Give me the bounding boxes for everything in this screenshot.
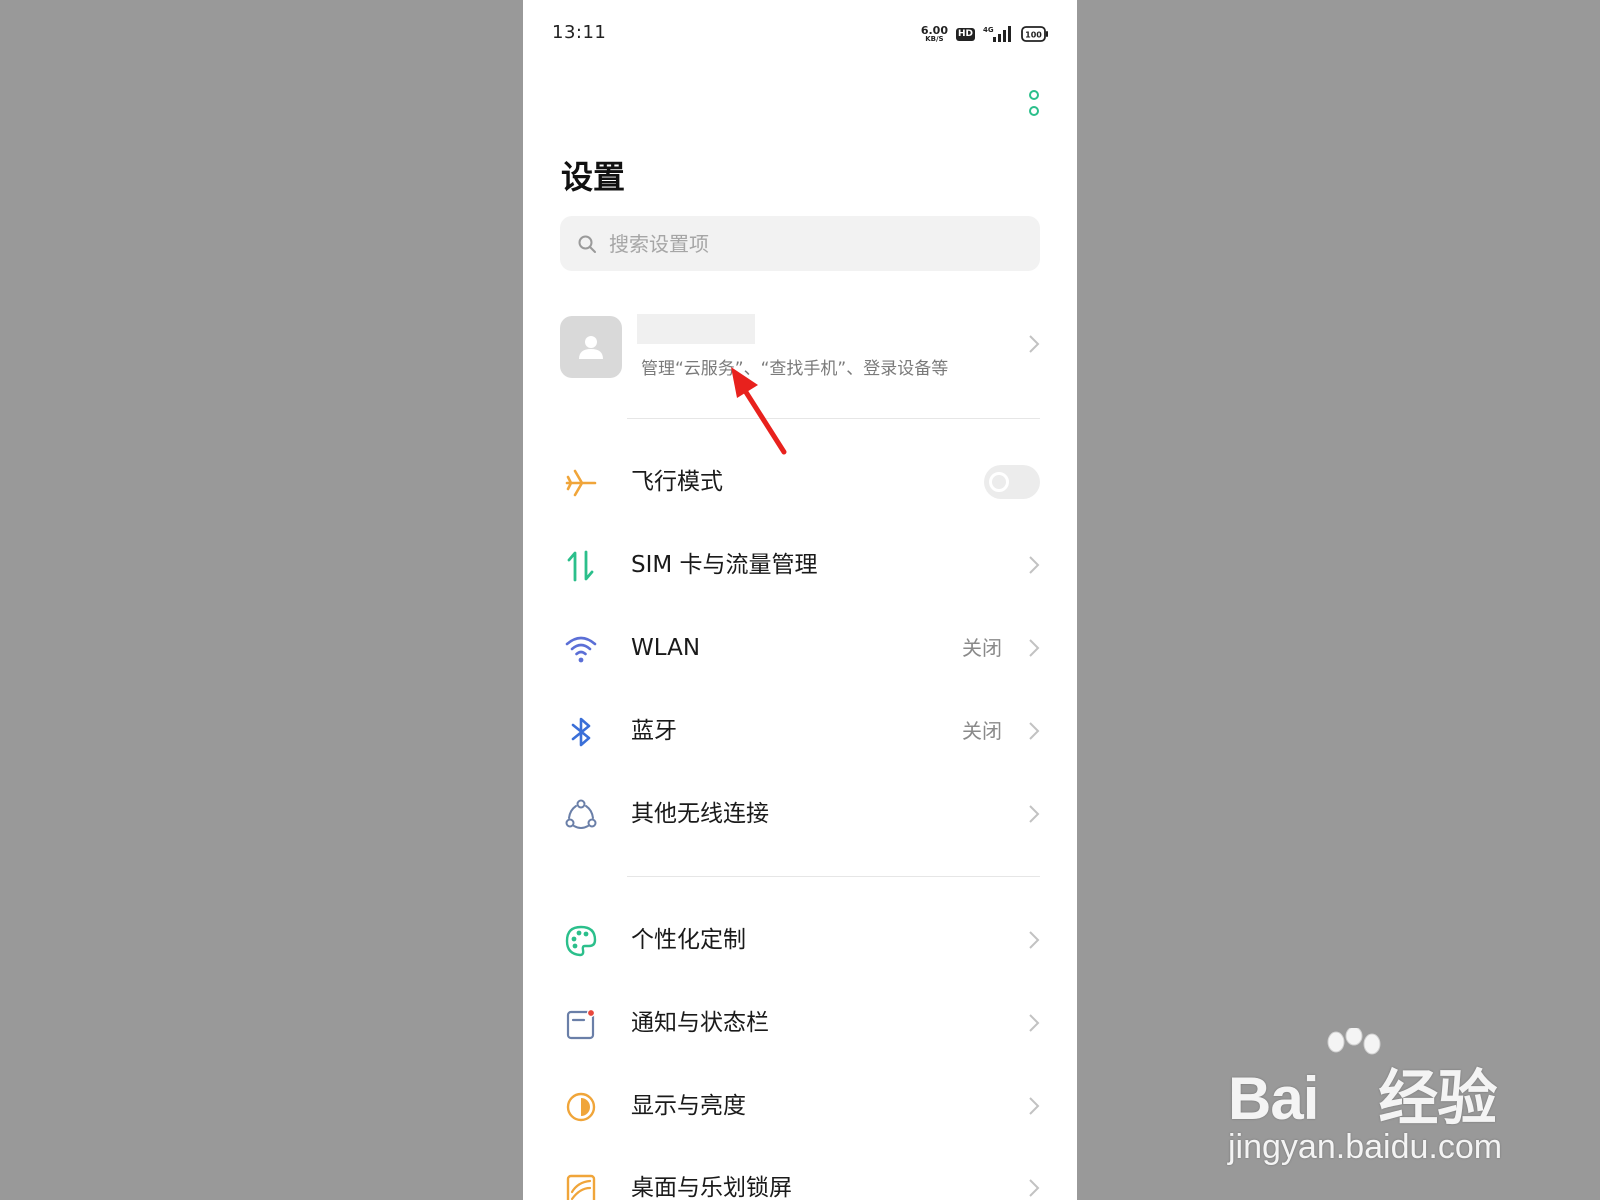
signal-icon: 4G [983,26,1011,42]
setting-label: 个性化定制 [631,927,746,953]
setting-item-display-brightness[interactable]: 显示与亮度 [523,1066,1077,1146]
divider [627,418,1040,419]
setting-item-personalization[interactable]: 个性化定制 [523,900,1077,980]
more-dot [1029,106,1039,116]
status-time: 13:11 [552,22,607,43]
airplane-mode-toggle[interactable] [984,465,1040,499]
chevron-right-icon [1029,556,1040,574]
other-wireless-icon [562,796,600,834]
setting-item-airplane-mode[interactable]: 飞行模式 [523,442,1077,522]
setting-label: 通知与状态栏 [631,1010,769,1036]
setting-label: 其他无线连接 [631,801,769,827]
more-dot [1029,90,1039,100]
page-title: 设置 [561,158,626,196]
network-speed-unit: KB/S [925,35,944,43]
palette-icon [562,922,600,960]
brightness-icon [562,1088,600,1126]
chevron-right-icon [1029,639,1040,657]
setting-item-wlan[interactable]: WLAN 关闭 [523,608,1077,688]
baidu-paw-logo-icon [1327,1028,1381,1055]
setting-label: SIM 卡与流量管理 [631,552,818,578]
notification-icon [562,1005,600,1043]
airplane-icon [562,464,600,502]
chevron-right-icon [1029,931,1040,949]
setting-label: 蓝牙 [631,718,677,744]
wlan-status: 关闭 [962,636,1002,660]
more-options-icon[interactable] [1027,90,1041,116]
user-icon [579,336,603,359]
setting-item-notifications[interactable]: 通知与状态栏 [523,983,1077,1063]
bluetooth-status: 关闭 [962,719,1002,743]
baidu-jingyan-watermark: Bai 经验 jingyan.baidu.com [1228,1028,1518,1178]
account-row[interactable]: 管理“云服务”、“查找手机”、登录设备等 [560,306,1040,396]
setting-label: 显示与亮度 [631,1093,746,1119]
network-speed: 6.00 KB/S [921,25,948,43]
wifi-icon [562,630,600,668]
search-icon [578,235,596,253]
setting-label: 桌面与乐划锁屏 [631,1175,792,1200]
setting-item-desktop-lockscreen[interactable]: 桌面与乐划锁屏 [523,1148,1077,1200]
setting-label: WLAN [631,635,701,661]
chevron-right-icon [1029,335,1040,353]
desktop-lockscreen-icon [562,1170,600,1200]
watermark-url: jingyan.baidu.com [1228,1128,1503,1166]
search-bar[interactable] [560,216,1040,271]
setting-item-sim-data[interactable]: SIM 卡与流量管理 [523,525,1077,605]
divider [627,876,1040,877]
status-bar: 13:11 6.00 KB/S HD 4G 100 [523,0,1077,68]
battery-icon: 100 [1021,26,1048,42]
chevron-right-icon [1029,1014,1040,1032]
phone-screen: 13:11 6.00 KB/S HD 4G 100 设置 搜索设置项 管理“云服… [523,0,1077,1200]
network-type-label: 4G [983,26,994,34]
sim-data-icon [562,547,600,585]
status-icons: 6.00 KB/S HD 4G 100 [921,24,1049,44]
avatar [560,316,622,378]
account-name-placeholder [637,314,755,344]
battery-level-label: 100 [1025,31,1042,40]
bluetooth-icon [562,713,600,751]
search-input[interactable] [607,230,1011,257]
watermark-logo-text: Bai 经验 [1228,1065,1497,1132]
chevron-right-icon [1029,1097,1040,1115]
account-description: 管理“云服务”、“查找手机”、登录设备等 [641,359,949,379]
chevron-right-icon [1029,722,1040,740]
setting-label: 飞行模式 [631,469,723,495]
chevron-right-icon [1029,805,1040,823]
toggle-knob [989,472,1009,492]
chevron-right-icon [1029,1179,1040,1197]
setting-item-other-wireless[interactable]: 其他无线连接 [523,774,1077,854]
setting-item-bluetooth[interactable]: 蓝牙 关闭 [523,691,1077,771]
hd-voice-icon: HD [955,27,975,41]
